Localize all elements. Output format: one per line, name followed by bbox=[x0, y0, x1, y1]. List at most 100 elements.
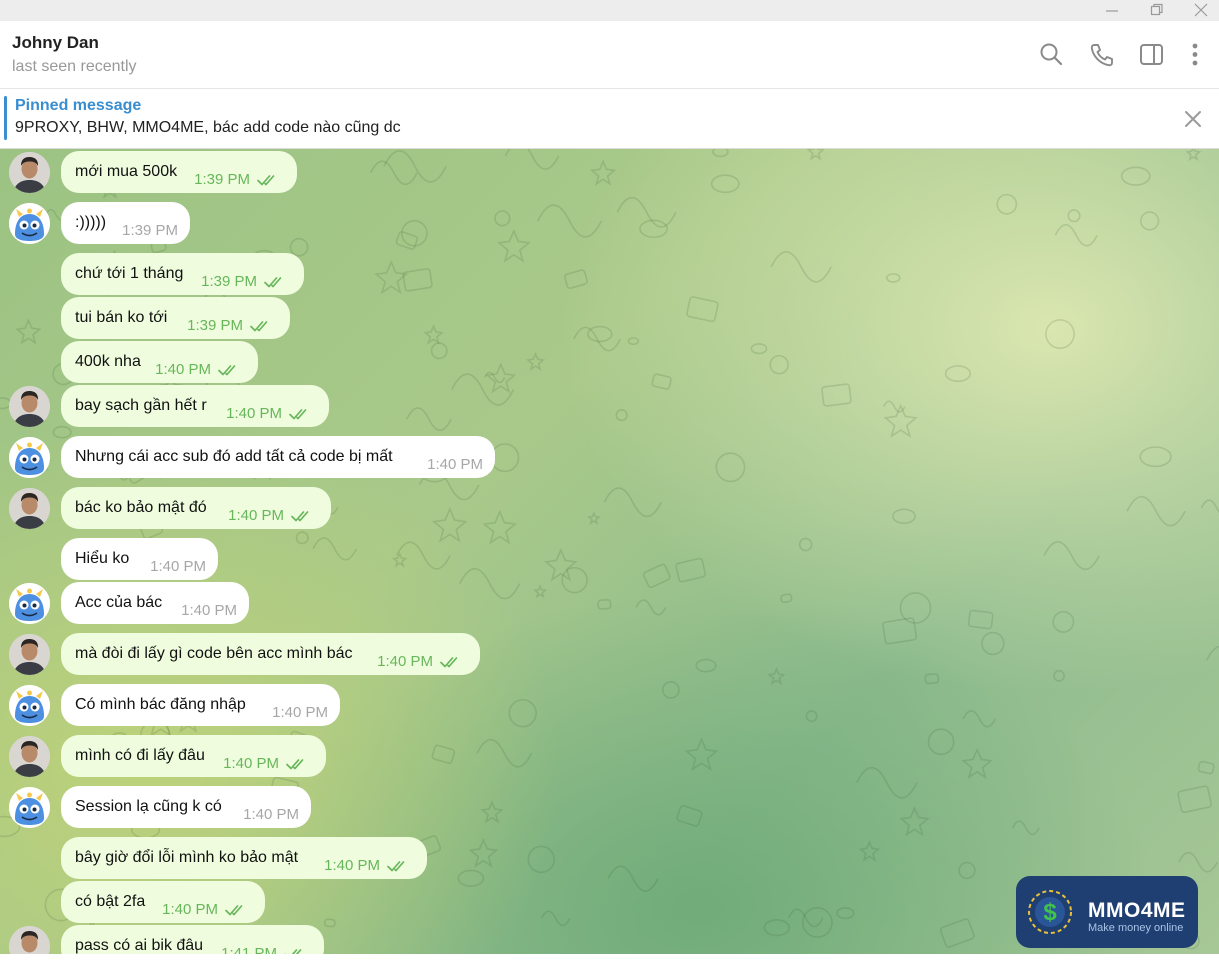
doodle-shape bbox=[642, 563, 671, 589]
pinned-close-button[interactable] bbox=[1181, 107, 1205, 131]
message-time: 1:40 PM bbox=[427, 456, 483, 473]
message-list[interactable]: mới mua 500k 1:39 PM:))))) 1:39 PM chứ tới … bbox=[0, 149, 1219, 954]
doodle-shape bbox=[587, 325, 613, 343]
doodle-shape bbox=[586, 511, 601, 526]
avatar-self[interactable] bbox=[9, 488, 50, 529]
minimize-button[interactable] bbox=[1097, 0, 1127, 21]
doodle-shape bbox=[490, 443, 520, 473]
outgoing-message[interactable]: bác ko bảo mật đó 1:40 PM bbox=[61, 487, 331, 529]
avatar-self[interactable] bbox=[9, 634, 50, 675]
pinned-message-bar[interactable]: Pinned message 9PROXY, BHW, MMO4ME, bác … bbox=[0, 89, 1219, 149]
incoming-message[interactable]: :))))) 1:39 PM bbox=[61, 202, 190, 244]
window-close-button[interactable] bbox=[1186, 0, 1216, 21]
avatar-self[interactable] bbox=[9, 736, 50, 777]
avatar-contact[interactable] bbox=[9, 685, 50, 726]
avatar-self[interactable] bbox=[9, 386, 50, 427]
doodle-shape bbox=[806, 149, 825, 161]
doodle-shape bbox=[944, 365, 972, 383]
avatar-self[interactable] bbox=[9, 152, 50, 193]
doodle-shape bbox=[962, 709, 997, 728]
mascot-avatar-icon bbox=[9, 583, 50, 624]
doodle-shape bbox=[476, 738, 533, 768]
window-close-icon bbox=[1194, 3, 1208, 17]
message-text: bây giờ đổi lỗi mình ko bảo mật bbox=[75, 849, 299, 866]
doodle-shape bbox=[15, 318, 42, 345]
doodle-shape bbox=[1126, 495, 1186, 527]
message-text: có bật 2fa bbox=[75, 893, 146, 910]
doodle-shape bbox=[497, 228, 531, 263]
doodle-shape bbox=[431, 744, 456, 764]
double-check-icon bbox=[218, 365, 236, 376]
pinned-title: Pinned message bbox=[15, 97, 142, 114]
bottom-strip bbox=[0, 954, 1219, 966]
minimize-icon bbox=[1106, 10, 1118, 12]
outgoing-message[interactable]: bay sạch gần hết r 1:40 PM bbox=[61, 385, 329, 427]
search-button[interactable] bbox=[1038, 41, 1066, 69]
sidebar-toggle-button[interactable] bbox=[1138, 41, 1166, 69]
doodle-shape bbox=[750, 343, 768, 355]
message-time: 1:40 PM bbox=[162, 901, 218, 918]
outgoing-message[interactable]: mà đòi đi lấy gì code bên acc mình bác 1:… bbox=[61, 633, 480, 675]
doodle-shape bbox=[695, 658, 717, 673]
outgoing-message[interactable]: có bật 2fa 1:40 PM bbox=[61, 881, 265, 923]
incoming-message[interactable]: Nhưng cái acc sub đó add tất cả code bị … bbox=[61, 436, 495, 478]
watermark-tagline: Make money online bbox=[1088, 922, 1184, 934]
message-text: tui bán ko tới bbox=[75, 309, 168, 326]
doodle-shape bbox=[312, 537, 358, 561]
person-avatar-icon bbox=[9, 386, 50, 427]
message-time: 1:39 PM bbox=[122, 222, 178, 239]
incoming-message[interactable]: Acc của bác 1:40 PM bbox=[61, 582, 249, 624]
doodle-shape bbox=[432, 506, 468, 543]
doodle-shape bbox=[480, 800, 504, 824]
outgoing-message[interactable]: pass có ai bik đâu 1:41 PM bbox=[61, 925, 324, 954]
more-button[interactable] bbox=[1181, 41, 1209, 69]
double-check-icon bbox=[286, 759, 304, 770]
message-time: 1:40 PM bbox=[228, 507, 284, 524]
message-time: 1:39 PM bbox=[201, 273, 257, 290]
avatar-contact[interactable] bbox=[9, 583, 50, 624]
message-text: :))))) bbox=[75, 214, 107, 231]
restore-button[interactable] bbox=[1142, 0, 1172, 21]
doodle-shape bbox=[686, 296, 719, 323]
chat-title[interactable]: Johny Dan bbox=[12, 33, 99, 53]
doodle-shape bbox=[661, 680, 680, 699]
doodle-shape bbox=[767, 667, 786, 686]
message-text: 400k nha bbox=[75, 353, 141, 370]
doodle-shape bbox=[295, 531, 309, 545]
outgoing-message[interactable]: chứ tới 1 tháng 1:39 PM bbox=[61, 253, 304, 295]
outgoing-message[interactable]: mình có đi lấy đâu 1:40 PM bbox=[61, 735, 326, 777]
doodle-shape bbox=[712, 149, 729, 158]
doodle-shape bbox=[1200, 499, 1219, 513]
avatar-contact[interactable] bbox=[9, 437, 50, 478]
search-icon bbox=[1040, 43, 1063, 66]
incoming-message[interactable]: Session lạ cũng k có 1:40 PM bbox=[61, 786, 311, 828]
message-text: bác ko bảo mật đó bbox=[75, 499, 207, 516]
double-check-icon bbox=[225, 905, 243, 916]
doodle-shape bbox=[684, 737, 719, 772]
message-time: 1:40 PM bbox=[272, 704, 328, 721]
doodle-shape bbox=[540, 910, 571, 927]
doodle-shape bbox=[561, 566, 588, 594]
outgoing-message[interactable]: bây giờ đổi lỗi mình ko bảo mật 1:40 PM bbox=[61, 837, 427, 879]
incoming-message[interactable]: Hiểu ko 1:40 PM bbox=[61, 538, 218, 580]
mascot-avatar-icon bbox=[9, 437, 50, 478]
phone-icon bbox=[1090, 44, 1113, 67]
doodle-shape bbox=[1043, 541, 1100, 571]
outgoing-message[interactable]: 400k nha 1:40 PM bbox=[61, 341, 258, 383]
doodle-shape bbox=[590, 159, 617, 186]
pinned-text: 9PROXY, BHW, MMO4ME, bác add code nào cũ… bbox=[15, 119, 401, 136]
doodle-shape bbox=[374, 260, 409, 295]
incoming-message[interactable]: Có mình bác đăng nhập 1:40 PM bbox=[61, 684, 340, 726]
doodle-shape bbox=[52, 425, 72, 439]
person-avatar-icon bbox=[9, 736, 50, 777]
outgoing-message[interactable]: tui bán ko tới 1:39 PM bbox=[61, 297, 290, 339]
doodle-shape bbox=[395, 541, 451, 570]
call-button[interactable] bbox=[1088, 41, 1116, 69]
restore-icon bbox=[1150, 3, 1163, 16]
outgoing-message[interactable]: mới mua 500k 1:39 PM bbox=[61, 151, 297, 193]
doodle-shape bbox=[1052, 610, 1075, 633]
avatar-contact[interactable] bbox=[9, 203, 50, 244]
doodle-shape bbox=[563, 269, 588, 290]
avatar-contact[interactable] bbox=[9, 787, 50, 828]
doodle-shape bbox=[675, 557, 707, 583]
